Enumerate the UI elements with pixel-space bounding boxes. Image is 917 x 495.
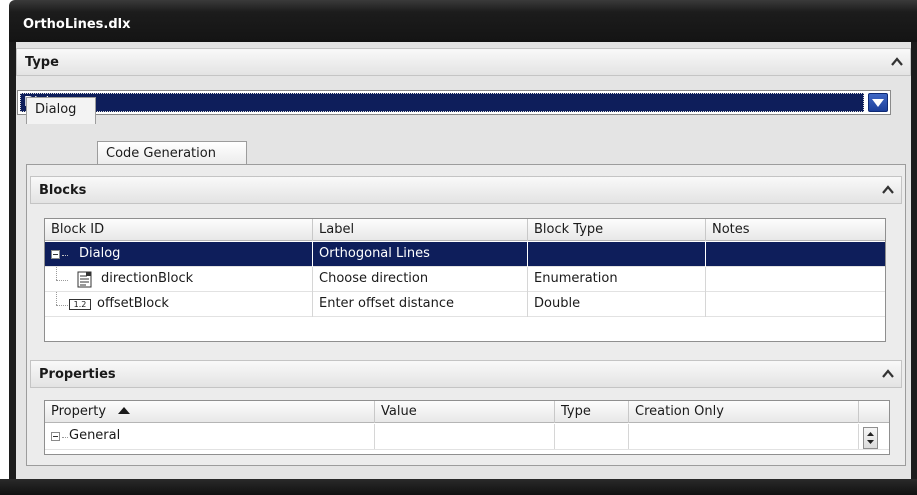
cell-notes — [706, 267, 885, 292]
tab-code-generation[interactable]: Code Generation — [97, 141, 247, 165]
cell-value — [375, 424, 555, 449]
table-row[interactable]: 1.2 offsetBlock Enter offset distance Do… — [45, 292, 885, 317]
column-header-property-label: Property — [51, 404, 107, 419]
column-header-property[interactable]: Property — [45, 401, 375, 423]
tab-code-generation-label: Code Generation — [106, 146, 216, 161]
table-row[interactable]: Dialog Orthogonal Lines — [45, 242, 885, 267]
enumeration-icon — [77, 271, 92, 288]
tree-connector — [56, 305, 68, 306]
column-header-block-type[interactable]: Block Type — [528, 219, 706, 241]
cell-notes — [706, 242, 885, 267]
blocks-section-header[interactable]: Blocks — [30, 176, 902, 204]
table-row[interactable]: General — [45, 424, 889, 450]
blocks-section-title: Blocks — [39, 183, 87, 198]
blocks-table-header: Block ID Label Block Type Notes — [45, 219, 885, 241]
cell-label: Enter offset distance — [313, 292, 528, 317]
column-header-notes[interactable]: Notes — [706, 219, 885, 241]
cell-property: General — [67, 424, 375, 449]
column-header-creation-only[interactable]: Creation Only — [629, 401, 859, 423]
column-header-value[interactable]: Value — [375, 401, 555, 423]
window-frame-bottom — [0, 479, 917, 495]
cell-block-id: offsetBlock — [91, 292, 313, 317]
properties-scroll-spinner[interactable] — [863, 427, 878, 449]
properties-section-header[interactable]: Properties — [30, 360, 902, 388]
window-frame-left — [9, 42, 16, 479]
minus-toggle-icon[interactable] — [51, 432, 60, 441]
properties-table-header: Property Value Type Creation Only — [45, 401, 889, 423]
window-title: OrthoLines.dlx — [23, 17, 131, 32]
collapse-type-icon[interactable] — [890, 55, 904, 69]
type-dropdown-arrow[interactable] — [868, 93, 888, 112]
chevron-down-icon — [872, 99, 884, 107]
double-field-icon: 1.2 — [69, 299, 91, 310]
properties-table: Property Value Type Creation Only Genera… — [44, 400, 890, 455]
tree-connector — [56, 292, 57, 305]
type-section-title: Type — [25, 55, 59, 70]
window-titlebar[interactable]: OrthoLines.dlx — [9, 0, 917, 42]
type-dropdown-value: Dialog — [20, 93, 864, 112]
cell-block-id: Dialog — [67, 242, 313, 267]
cell-block-type — [528, 242, 706, 267]
type-section-header[interactable]: Type — [16, 48, 911, 76]
type-dropdown[interactable]: Dialog — [17, 90, 891, 115]
cell-block-id: directionBlock — [95, 267, 313, 292]
collapse-properties-icon[interactable] — [881, 367, 895, 381]
window-frame-right — [911, 42, 917, 479]
tree-connector — [56, 280, 68, 281]
cell-notes — [706, 292, 885, 317]
scroll-arrows-icon — [867, 432, 874, 444]
tab-dialog[interactable]: Dialog — [26, 97, 96, 124]
minus-toggle-icon[interactable] — [51, 250, 60, 259]
column-header-block-id[interactable]: Block ID — [45, 219, 313, 241]
sort-ascending-icon — [118, 407, 131, 414]
column-header-label[interactable]: Label — [313, 219, 528, 241]
cell-label: Choose direction — [313, 267, 528, 292]
collapse-blocks-icon[interactable] — [881, 183, 895, 197]
cell-label: Orthogonal Lines — [313, 242, 528, 267]
blocks-table: Block ID Label Block Type Notes Dialog O… — [44, 218, 886, 342]
cell-type — [555, 424, 629, 449]
table-row[interactable]: directionBlock Choose direction Enumerat… — [45, 267, 885, 292]
cell-block-type: Enumeration — [528, 267, 706, 292]
column-header-type[interactable]: Type — [555, 401, 629, 423]
tab-dialog-label: Dialog — [35, 102, 77, 117]
properties-section-title: Properties — [39, 367, 116, 382]
cell-creation-only — [629, 424, 859, 449]
tree-connector — [56, 267, 57, 280]
cell-block-type: Double — [528, 292, 706, 317]
